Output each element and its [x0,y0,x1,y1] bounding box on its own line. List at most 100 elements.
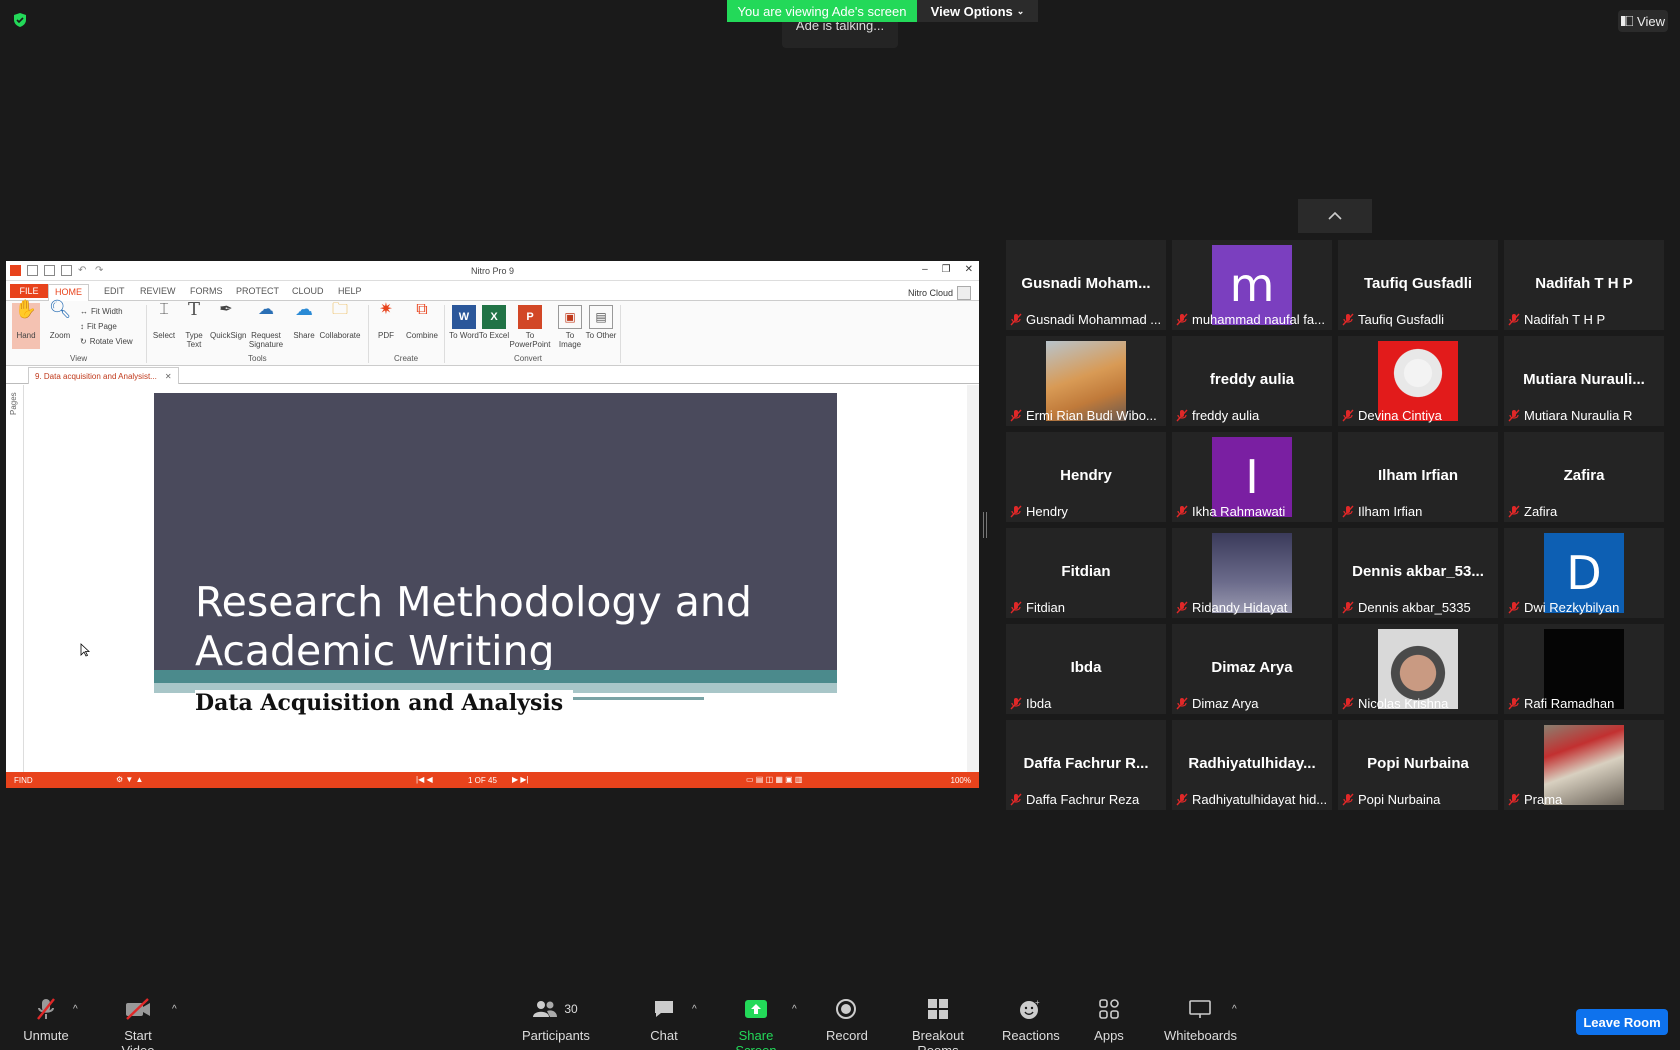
mic-muted-icon [1176,409,1188,422]
share-screen-button[interactable]: Share Screen [720,996,792,1050]
pdf-viewer[interactable]: Pages Research Methodology and Academic … [6,385,979,772]
chat-options-caret-icon[interactable]: ^ [692,1004,697,1015]
tab-protect[interactable]: PROTECT [230,284,285,298]
tab-review[interactable]: REVIEW [134,284,182,298]
participant-name: Gusnadi Mohammad ... [1026,312,1162,327]
chat-button[interactable]: Chat [648,996,680,1043]
participant-tile[interactable]: Gusnadi Moham... Gusnadi Mohammad ... [1006,240,1166,330]
excel-doc-icon: X [482,305,506,329]
breakout-rooms-button[interactable]: Breakout Rooms [894,996,982,1050]
participant-tile[interactable]: Fitdian Fitdian [1006,528,1166,618]
svg-text:+: + [1035,998,1040,1007]
page-layout-icons[interactable]: ▭ ▤ ◫ ▦ ▣ ▥ [746,775,802,784]
participant-tile[interactable]: Popi Nurbaina Popi Nurbaina [1338,720,1498,810]
participants-button[interactable]: 30 Participants [522,996,590,1043]
fit-page-label: Fit Page [87,322,117,331]
whiteboards-button[interactable]: Whiteboards [1164,996,1237,1043]
document-tab-label: 9. Data acquisition and Analysist... [35,371,157,381]
participant-name: Ilham Irfian [1358,504,1423,519]
create-pdf-button[interactable]: ✷ PDF [370,302,402,341]
participant-tile[interactable]: Daffa Fachrur R... Daffa Fachrur Reza [1006,720,1166,810]
tab-edit[interactable]: EDIT [98,284,131,298]
first-prev-page-icon[interactable]: |◀ ◀ [416,775,433,784]
audio-options-caret-icon[interactable]: ^ [73,1004,78,1015]
page-number[interactable]: 1 OF 45 [468,776,497,785]
restore-icon[interactable]: ❐ [942,264,951,275]
participant-tile[interactable]: Nadifah T H P Nadifah T H P [1504,240,1664,330]
to-excel-button[interactable]: X To Excel [478,303,510,340]
minimize-icon[interactable]: – [922,264,928,275]
close-tab-icon[interactable]: ✕ [165,372,172,381]
tab-help[interactable]: HELP [332,284,368,298]
tab-forms[interactable]: FORMS [184,284,229,298]
participant-tile[interactable]: Dimaz Arya Dimaz Arya [1172,624,1332,714]
quicksign-button[interactable]: ✒ QuickSign [210,302,246,341]
share-options-caret-icon[interactable]: ^ [792,1004,797,1015]
next-last-page-icon[interactable]: ▶ ▶| [512,775,529,784]
participant-tile[interactable]: I Ikha Rahmawati [1172,432,1332,522]
participant-tile[interactable]: Ilham Irfian Ilham Irfian [1338,432,1498,522]
to-image-button[interactable]: ▣ To Image [554,303,586,349]
participant-tile[interactable]: Dennis akbar_53... Dennis akbar_5335 [1338,528,1498,618]
leave-room-button[interactable]: Leave Room [1576,1009,1668,1035]
share-button[interactable]: ☁ Share [288,300,320,340]
nitro-cloud-account[interactable]: Nitro Cloud [908,286,971,300]
participant-tile[interactable]: Taufiq Gusfadli Taufiq Gusfadli [1338,240,1498,330]
vertical-scrollbar[interactable] [967,385,979,772]
participant-name: Daffa Fachrur Reza [1026,792,1140,807]
settings-icon[interactable]: ⚙ ▼ ▲ [116,775,143,784]
reactions-button[interactable]: + Reactions [1002,996,1060,1043]
participant-tile[interactable]: Ridandy Hidayat [1172,528,1332,618]
split-view-handle[interactable] [983,512,987,538]
select-tool-button[interactable]: ⌶ Select [148,302,180,341]
close-icon[interactable]: ✕ [965,264,973,275]
participant-tile[interactable]: Hendry Hendry [1006,432,1166,522]
rotate-view-button[interactable]: ↻ Rotate View [80,337,133,346]
to-other-button[interactable]: ▤ To Other [584,303,618,340]
participant-tile[interactable]: m muhammad naufal fa... [1172,240,1332,330]
participant-display-name: Ilham Irfian [1377,467,1459,484]
collaborate-button[interactable]: 🗀 Collaborate [318,302,362,341]
apps-button[interactable]: Apps [1094,996,1124,1043]
start-video-button[interactable]: Start Video [106,996,170,1050]
to-powerpoint-button[interactable]: P To PowerPoint [508,303,552,349]
request-signature-button[interactable]: ☁ Request Signature [246,302,286,350]
fit-page-button[interactable]: ↕ Fit Page [80,322,117,331]
video-options-caret-icon[interactable]: ^ [172,1004,177,1015]
security-shield-icon[interactable] [12,12,28,28]
participant-name: Zafira [1524,504,1558,519]
fit-width-button[interactable]: ↔ Fit Width [80,307,123,316]
mic-muted-icon [1010,601,1022,614]
participant-tile[interactable]: Radhiyatulhiday... Radhiyatulhidayat hid.… [1172,720,1332,810]
participant-tile[interactable]: Devina Cintiya [1338,336,1498,426]
participant-tile[interactable]: Ermi Rian Budi Wibo... [1006,336,1166,426]
view-layout-button[interactable]: View [1618,10,1668,32]
hand-icon: ✋ [14,299,38,319]
whiteboards-caret-icon[interactable]: ^ [1232,1004,1237,1015]
tab-file[interactable]: FILE [10,284,48,298]
tab-cloud[interactable]: CLOUD [286,284,330,298]
participant-tile[interactable]: Rafi Ramadhan [1504,624,1664,714]
participants-count: 30 [564,1002,578,1016]
participant-tile[interactable]: Zafira Zafira [1504,432,1664,522]
hand-tool-button[interactable]: ✋ Hand [12,299,40,349]
participant-tile[interactable]: Nicolas Krishna [1338,624,1498,714]
shared-screen-nitro-window: ↶ ↷ Nitro Pro 9 – ❐ ✕ FILE HOME EDIT REV… [6,261,979,788]
pages-panel[interactable]: Pages [6,385,24,772]
view-options-button[interactable]: View Options ⌄ [917,0,1038,22]
participant-tile[interactable]: Mutiara Nurauli... Mutiara Nuraulia R [1504,336,1664,426]
zoom-tool-button[interactable]: 🔍︎ Zoom [44,300,76,340]
participant-tile[interactable]: freddy aulia freddy aulia [1172,336,1332,426]
participant-tile[interactable]: Ibda Ibda [1006,624,1166,714]
collapse-thumbnails-button[interactable] [1298,199,1372,233]
to-word-button[interactable]: W To Word [448,303,480,340]
participant-tile[interactable]: D Dwi Rezkybilyan [1504,528,1664,618]
combine-button[interactable]: ⧉ Combine [404,302,440,341]
find-button[interactable]: FIND [14,776,33,785]
document-tab[interactable]: 9. Data acquisition and Analysist... ✕ [28,367,179,384]
type-text-button[interactable]: T Type Text [178,301,210,350]
record-button[interactable]: Record [826,996,868,1043]
participant-tile[interactable]: Prama [1504,720,1664,810]
zoom-level[interactable]: 100% [951,776,971,785]
unmute-button[interactable]: Unmute [22,996,70,1043]
